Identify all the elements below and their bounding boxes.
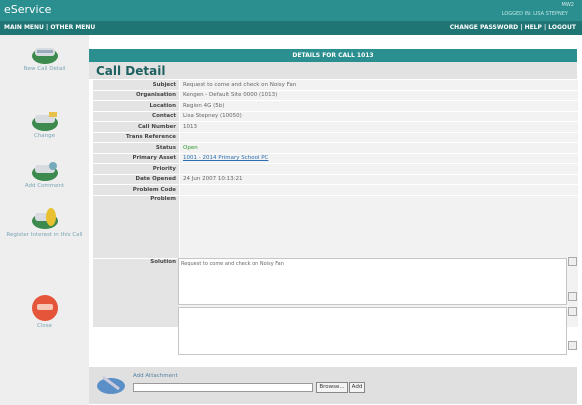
status-value: Open — [179, 142, 579, 154]
sidebar-item-label: Close — [37, 323, 52, 329]
details-header: DETAILS FOR CALL 1013 — [89, 49, 577, 62]
table-row: Organisation Kengen - Default Site 0000 (… — [92, 89, 579, 101]
phone-arrow-icon — [31, 48, 58, 64]
table-row: Status Open — [92, 142, 579, 154]
table-row: Date Opened 24 Jun 2007 10:13:21 — [92, 173, 579, 185]
sidebar-item-add-comment[interactable]: Add Comment — [0, 160, 89, 190]
main-menu-link[interactable]: MAIN MENU — [4, 24, 44, 31]
sidebar-item-change[interactable]: Change — [0, 110, 89, 140]
phone-close-icon — [31, 295, 58, 321]
field-value: 24 Jun 2007 10:13:21 — [179, 173, 579, 185]
add-attachment-label: Add Attachment — [133, 373, 178, 379]
menu-bar: MAIN MENU | OTHER MENU CHANGE PASSWORD |… — [0, 21, 582, 35]
other-menu-link[interactable]: OTHER MENU — [50, 24, 95, 31]
add-attachment-button[interactable]: Add — [349, 382, 365, 393]
field-label: Subject — [92, 79, 180, 91]
table-row: Problem — [92, 194, 579, 259]
app-logo: eService — [4, 3, 52, 16]
menu-separator: | — [520, 24, 523, 31]
field-label: Organisation — [92, 89, 180, 101]
change-password-link[interactable]: CHANGE PASSWORD — [450, 24, 518, 31]
problem-textarea[interactable]: Request to come and check on Noisy Fan — [178, 258, 567, 305]
field-label: Contact — [92, 110, 180, 122]
field-label: Date Opened — [92, 173, 180, 185]
attachment-file-input[interactable] — [133, 383, 313, 392]
menu-separator: | — [46, 24, 49, 31]
table-row: Trans Reference — [92, 131, 579, 143]
field-value: Region 4G (5b) — [179, 100, 579, 112]
field-value: Kengen - Default Site 0000 (1013) — [179, 89, 579, 101]
field-value: Lisa Stepney (10050) — [179, 110, 579, 122]
field-label: Problem Code — [92, 184, 180, 196]
sidebar-item-label: Add Comment — [24, 183, 65, 189]
sidebar-item-new-call-detail[interactable]: New Call Detail — [0, 43, 89, 73]
solution-textarea[interactable] — [178, 307, 567, 355]
field-value — [179, 131, 579, 143]
field-label: Status — [92, 142, 180, 154]
scroll-up-button[interactable] — [568, 257, 577, 266]
scroll-up-button[interactable] — [568, 307, 577, 316]
phone-register-icon — [31, 208, 58, 229]
phone-edit-icon — [31, 112, 58, 131]
browse-button[interactable]: Browse... — [316, 382, 348, 393]
problem-label: Problem — [92, 194, 180, 259]
problem-cell — [179, 194, 579, 259]
primary-asset-link[interactable]: 1001 - 2014 Primary School PC — [183, 155, 268, 161]
sidebar-item-close[interactable]: Close — [0, 294, 89, 330]
field-label: Trans Reference — [92, 131, 180, 143]
main-content: DETAILS FOR CALL 1013 Call Detail Subjec… — [89, 35, 582, 405]
field-label: Call Number — [92, 121, 180, 133]
help-link[interactable]: HELP — [525, 24, 542, 31]
menu-separator: | — [544, 24, 547, 31]
table-row: Subject Request to come and check on Nois… — [92, 79, 579, 91]
table-row: Contact Lisa Stepney (10050) — [92, 110, 579, 122]
sidebar-item-label: Register Interest in this Call — [6, 232, 83, 238]
field-label: Primary Asset — [92, 152, 180, 164]
scroll-down-button[interactable] — [568, 292, 577, 301]
table-row: Priority — [92, 163, 579, 175]
scroll-down-button[interactable] — [568, 341, 577, 350]
attachment-panel: Add Attachment Browse... Add — [89, 367, 577, 404]
version-label: MW2 — [561, 2, 574, 8]
phone-comment-icon — [31, 162, 58, 181]
top-banner: eService MW2 LOGGED IN: LISA STEPNEY — [0, 0, 582, 21]
logout-link[interactable]: LOGOUT — [548, 24, 576, 31]
field-value — [179, 184, 579, 196]
field-label: Location — [92, 100, 180, 112]
sidebar-item-register-interest[interactable]: Register Interest in this Call — [0, 207, 89, 239]
table-row: Location Region 4G (5b) — [92, 100, 579, 112]
logged-in-label: LOGGED IN: LISA STEPNEY — [501, 11, 568, 17]
table-row: Problem Code — [92, 184, 579, 196]
page-title: Call Detail — [96, 64, 166, 78]
field-value: Request to come and check on Noisy Fan — [179, 79, 579, 91]
sidebar: New Call Detail Change Add Comment Regis… — [0, 35, 89, 405]
field-label: Priority — [92, 163, 180, 175]
field-value — [179, 163, 579, 175]
sidebar-item-label: New Call Detail — [23, 66, 66, 72]
sidebar-item-label: Change — [33, 133, 56, 139]
table-row: Call Number 1013 — [92, 121, 579, 133]
field-value-cell: 1001 - 2014 Primary School PC — [179, 152, 579, 164]
field-value: 1013 — [179, 121, 579, 133]
table-row: Primary Asset 1001 - 2014 Primary School … — [92, 152, 579, 164]
solution-label: Solution — [92, 257, 180, 328]
paperclip-icon — [97, 375, 125, 394]
